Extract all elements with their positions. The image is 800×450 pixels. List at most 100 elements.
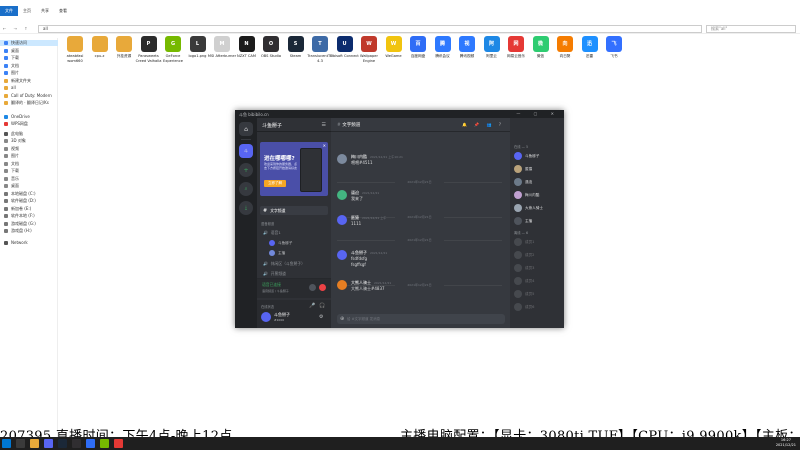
file-item[interactable]: 飞飞书 bbox=[599, 36, 629, 59]
sidebar-item[interactable]: 此电脑 bbox=[4, 131, 23, 137]
member-item[interactable]: 成员2 bbox=[514, 250, 534, 260]
member-item[interactable]: 成员5 bbox=[514, 289, 534, 299]
sidebar-item[interactable]: 下载 bbox=[4, 168, 19, 174]
mic-icon[interactable]: 🎤 bbox=[309, 303, 315, 309]
voice-category[interactable]: 语音频道 bbox=[261, 221, 274, 226]
sidebar-item-label: 此电脑 bbox=[11, 130, 23, 136]
member-item[interactable]: 成员1 bbox=[514, 237, 534, 247]
chat-message[interactable]: 匿猿 2021/12/21 上午 1111 bbox=[337, 215, 502, 231]
home-icon[interactable]: ⌂ bbox=[239, 122, 253, 136]
sidebar-item[interactable]: 软件磁盘 (D:) bbox=[4, 198, 36, 204]
sidebar-item[interactable]: 下载 bbox=[4, 55, 19, 61]
file-icon: G bbox=[165, 36, 181, 52]
nav-arrows[interactable]: ← → ↑ bbox=[3, 26, 31, 31]
member-item[interactable]: 匿猿 bbox=[514, 164, 532, 174]
obs-taskbar-icon[interactable] bbox=[72, 439, 81, 448]
sidebar-item[interactable]: 新加卷 (E:) bbox=[4, 206, 31, 212]
sidebar-item[interactable]: Call of Duty: Modern bbox=[4, 93, 52, 99]
add-attachment-icon[interactable]: ⊕ bbox=[340, 316, 344, 322]
sidebar-item[interactable]: all bbox=[4, 85, 16, 91]
discord-taskbar-icon[interactable] bbox=[44, 439, 53, 448]
close-icon[interactable]: ✕ bbox=[323, 143, 326, 148]
ribbon-tab-home[interactable]: 主页 bbox=[18, 6, 36, 16]
app-taskbar-icon[interactable] bbox=[86, 439, 95, 448]
noise-icon[interactable] bbox=[309, 284, 316, 291]
sidebar-item[interactable]: 图片 bbox=[4, 70, 19, 76]
sidebar-item[interactable]: 本地磁盘 (C:) bbox=[4, 191, 36, 197]
explore-icon[interactable]: ⌕ bbox=[239, 182, 253, 196]
member-item[interactable]: 成员4 bbox=[514, 276, 534, 286]
sidebar-item[interactable]: 文档 bbox=[4, 63, 19, 69]
banner-button[interactable]: 立即了解 bbox=[264, 180, 286, 187]
ribbon-tab-file[interactable]: 文件 bbox=[0, 6, 18, 16]
server-icon-douyu[interactable]: 斗 bbox=[239, 144, 253, 158]
member-item[interactable]: 成员6 bbox=[514, 302, 534, 312]
avatar[interactable] bbox=[337, 190, 347, 200]
chat-message[interactable]: 梅川内酷 2021/12/21 上午10:21 喂喂#4511 bbox=[337, 154, 502, 170]
sidebar-item[interactable]: 新建文件夹 bbox=[4, 78, 31, 84]
gear-icon[interactable]: ⚙ bbox=[319, 314, 323, 320]
search-icon[interactable] bbox=[16, 439, 25, 448]
app-taskbar-icon[interactable] bbox=[100, 439, 109, 448]
channel-voice-2[interactable]: 🔊 休闲区（斗鱼掰子） bbox=[260, 259, 328, 268]
add-server-icon[interactable]: + bbox=[239, 163, 253, 177]
folder-icon bbox=[4, 63, 8, 68]
member-item[interactable]: 梅川内酷 bbox=[514, 190, 539, 200]
message-timestamp: 2021/12/21 bbox=[370, 251, 388, 255]
member-item[interactable]: 斗鱼掰子 bbox=[514, 151, 539, 161]
sidebar-item[interactable]: 桌面 bbox=[4, 48, 19, 54]
sidebar-item[interactable]: 翻译的 · 翻译日记/Ks bbox=[4, 100, 49, 106]
chat-message[interactable]: 大熊人骑士 2021/12/21 大熊人骑士#4837 bbox=[337, 280, 502, 296]
sidebar-item[interactable]: 桌面 bbox=[4, 183, 19, 189]
channel-voice-3[interactable]: 🔊 开黑频道 bbox=[260, 269, 328, 278]
window-controls[interactable]: — ▢ ✕ bbox=[516, 111, 560, 116]
explorer-taskbar-icon[interactable] bbox=[30, 439, 39, 448]
guild-header[interactable]: 斗鱼掰子 ☰ bbox=[257, 118, 331, 132]
member-item[interactable]: 大熊人骑士 bbox=[514, 203, 543, 213]
disconnect-icon[interactable] bbox=[319, 284, 326, 291]
sidebar-item[interactable]: 游戏磁盘 (G:) bbox=[4, 221, 36, 227]
message-input[interactable]: 给 #文字频道 发消息 bbox=[337, 314, 505, 324]
sidebar-item[interactable]: Network bbox=[4, 240, 28, 246]
avatar[interactable] bbox=[337, 215, 347, 225]
address-bar[interactable]: all bbox=[38, 25, 702, 33]
sidebar-item[interactable]: 视频 bbox=[4, 146, 19, 152]
sidebar-item[interactable]: 图片 bbox=[4, 153, 19, 159]
avatar[interactable] bbox=[261, 312, 271, 322]
voice-user[interactable]: 主播 bbox=[269, 249, 285, 257]
sidebar-item[interactable]: 快速访问 bbox=[0, 40, 58, 46]
sidebar-item[interactable]: 文档 bbox=[4, 161, 19, 167]
chat-message[interactable]: 斗鱼掰子 2021/12/21 fsdfdsfg fsgffsgf bbox=[337, 250, 502, 272]
avatar[interactable] bbox=[337, 250, 347, 260]
sidebar-item[interactable]: OneDrive bbox=[4, 114, 30, 120]
ribbon-tab-share[interactable]: 共享 bbox=[36, 6, 54, 16]
download-icon[interactable]: ⤓ bbox=[239, 201, 253, 215]
clock[interactable]: 16:27 2021/12/21 bbox=[776, 438, 796, 448]
file-icon: 飞 bbox=[606, 36, 622, 52]
member-item[interactable]: 成员3 bbox=[514, 263, 534, 273]
chat-message[interactable]: 逼迫 2021/12/21 我来了 bbox=[337, 190, 502, 206]
sidebar-item[interactable]: 游戏盘 (H:) bbox=[4, 228, 32, 234]
date-divider: 2021年12月21日 bbox=[337, 238, 502, 243]
channel-voice-1[interactable]: 🔊 语音1 bbox=[260, 228, 328, 237]
channel-label: 休闲区（斗鱼掰子） bbox=[270, 260, 305, 266]
channel-text[interactable]: # 文字频道 bbox=[260, 206, 328, 215]
start-icon[interactable] bbox=[2, 439, 11, 448]
steam-taskbar-icon[interactable] bbox=[58, 439, 67, 448]
avatar[interactable] bbox=[337, 154, 347, 164]
app-taskbar-icon[interactable] bbox=[114, 439, 123, 448]
sidebar-item[interactable]: 软件本地 (F:) bbox=[4, 213, 35, 219]
message-timestamp: 2021/12/21 bbox=[362, 191, 380, 195]
member-item[interactable]: 逼迫 bbox=[514, 177, 532, 187]
sidebar-item[interactable]: 音乐 bbox=[4, 176, 19, 182]
voice-user[interactable]: 斗鱼掰子 bbox=[269, 239, 292, 247]
sidebar-item[interactable]: 3D 对象 bbox=[4, 138, 26, 144]
avatar[interactable] bbox=[337, 280, 347, 290]
search-input[interactable]: 搜索"all" bbox=[706, 25, 796, 33]
headphones-icon[interactable]: 🎧 bbox=[319, 303, 325, 309]
file-icon: U bbox=[336, 36, 353, 52]
header-toolbar-icons[interactable]: 🔔 📌 👥 ? bbox=[462, 122, 504, 127]
ribbon-tab-view[interactable]: 查看 bbox=[54, 6, 72, 16]
member-item[interactable]: 主播 bbox=[514, 216, 532, 226]
sidebar-item[interactable]: WPS网盘 bbox=[4, 121, 28, 127]
